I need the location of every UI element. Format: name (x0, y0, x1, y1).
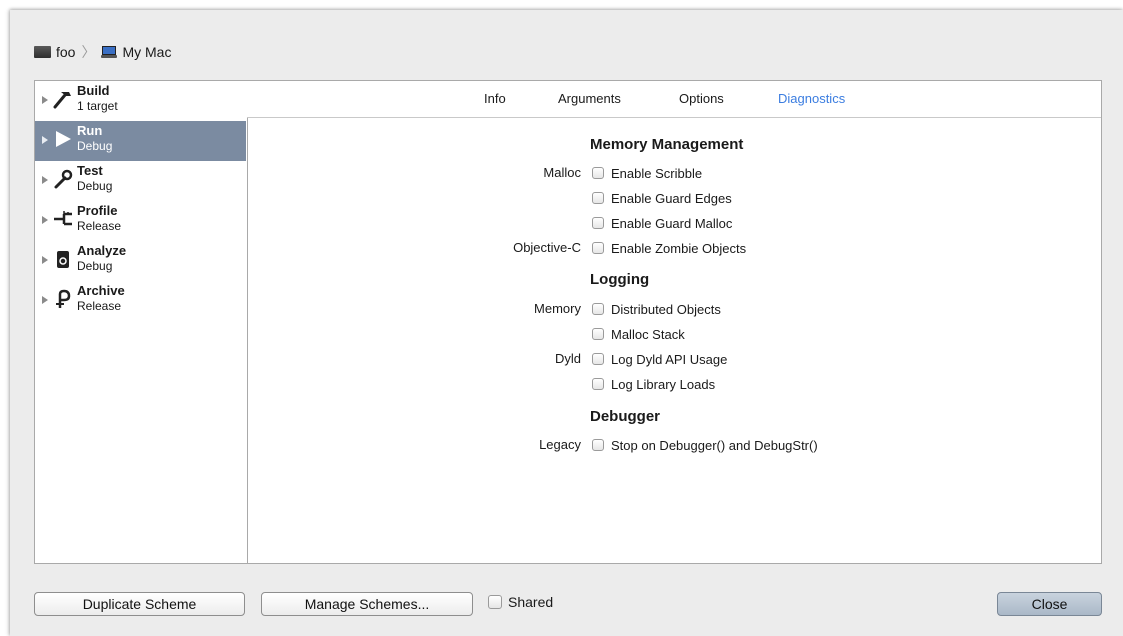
shared-checkbox[interactable] (488, 595, 502, 609)
disclosure-triangle-icon[interactable] (42, 256, 48, 264)
breadcrumb-project[interactable]: foo (56, 44, 75, 60)
sidebar-item-analyze[interactable]: Analyze Debug (35, 241, 246, 281)
archive-icon (51, 288, 75, 312)
malloc-stack-checkbox[interactable] (592, 328, 604, 340)
tab-arguments[interactable]: Arguments (558, 91, 621, 106)
action-name: Profile (77, 203, 118, 218)
option-label: Log Dyld API Usage (611, 351, 728, 367)
scheme-panel: Build 1 target Run Debug Test Debug Profile… (34, 80, 1102, 564)
action-name: Test (77, 163, 103, 178)
stop-on-debugger-checkbox[interactable] (592, 439, 604, 451)
enable-guard-malloc-option[interactable]: Enable Guard Malloc (592, 214, 732, 232)
logging-heading: Logging (590, 271, 650, 288)
chevron-right-icon: 〉 (81, 44, 96, 60)
hammer-icon (51, 88, 75, 112)
memory-management-heading: Memory Management (590, 136, 744, 153)
breadcrumb: foo 〉 My Mac (34, 42, 171, 62)
sidebar-item-profile[interactable]: Profile Release (35, 201, 246, 241)
analyze-icon (51, 248, 75, 272)
disclosure-triangle-icon[interactable] (42, 296, 48, 304)
log-library-loads-option[interactable]: Log Library Loads (592, 375, 715, 393)
sidebar-item-archive[interactable]: Archive Release (35, 281, 246, 321)
shared-label: Shared (508, 594, 554, 610)
sidebar-item-run[interactable]: Run Debug (35, 121, 246, 161)
debugger-heading: Debugger (590, 408, 661, 425)
duplicate-scheme-button[interactable]: Duplicate Scheme (34, 592, 245, 616)
memory-label: Memory (534, 301, 581, 316)
log-dyld-api-usage-option[interactable]: Log Dyld API Usage (592, 350, 727, 368)
sidebar-item-test[interactable]: Test Debug (35, 161, 246, 201)
enable-guard-edges-option[interactable]: Enable Guard Edges (592, 189, 732, 207)
log-dyld-api-usage-checkbox[interactable] (592, 353, 604, 365)
enable-guard-edges-checkbox[interactable] (592, 192, 604, 204)
action-subtitle: Release (77, 299, 122, 313)
option-label: Distributed Objects (611, 301, 721, 317)
objective-c-label: Objective-C (513, 240, 581, 255)
disclosure-triangle-icon[interactable] (42, 96, 48, 104)
enable-zombie-objects-checkbox[interactable] (592, 242, 604, 254)
wrench-icon (51, 168, 75, 192)
option-label: Malloc Stack (611, 326, 685, 342)
action-subtitle: Debug (77, 259, 113, 273)
option-label: Enable Guard Edges (611, 190, 732, 206)
enable-zombie-objects-option[interactable]: Enable Zombie Objects (592, 239, 746, 257)
enable-scribble-checkbox[interactable] (592, 167, 604, 179)
action-name: Archive (77, 283, 125, 298)
disclosure-triangle-icon[interactable] (42, 216, 48, 224)
enable-guard-malloc-checkbox[interactable] (592, 217, 604, 229)
mac-icon (101, 46, 118, 58)
sidebar-item-build[interactable]: Build 1 target (35, 81, 246, 121)
shared-option[interactable]: Shared (488, 594, 553, 610)
disclosure-triangle-icon[interactable] (42, 176, 48, 184)
malloc-stack-option[interactable]: Malloc Stack (592, 325, 685, 343)
log-library-loads-checkbox[interactable] (592, 378, 604, 390)
stop-on-debugger-option[interactable]: Stop on Debugger() and DebugStr() (592, 436, 818, 454)
disclosure-triangle-icon[interactable] (42, 136, 48, 144)
tab-info[interactable]: Info (484, 91, 506, 106)
diagnostics-pane: Memory Management Malloc Enable Scribble… (247, 118, 1101, 563)
tuning-fork-icon (51, 208, 75, 232)
action-name: Build (77, 83, 110, 98)
option-label: Enable Guard Malloc (611, 215, 733, 231)
option-label: Enable Scribble (611, 165, 703, 181)
project-icon (34, 46, 51, 58)
dyld-label: Dyld (554, 351, 581, 366)
action-subtitle: Debug (77, 139, 113, 153)
action-subtitle: 1 target (77, 99, 118, 113)
option-label: Log Library Loads (611, 376, 716, 392)
legacy-label: Legacy (539, 437, 581, 452)
tab-diagnostics[interactable]: Diagnostics (778, 91, 845, 106)
play-icon (51, 128, 75, 152)
option-label: Stop on Debugger() and DebugStr() (611, 437, 818, 453)
distributed-objects-checkbox[interactable] (592, 303, 604, 315)
option-label: Enable Zombie Objects (611, 240, 747, 256)
scheme-actions-sidebar: Build 1 target Run Debug Test Debug Profile… (35, 81, 248, 563)
breadcrumb-destination[interactable]: My Mac (122, 44, 171, 60)
action-name: Analyze (77, 243, 127, 258)
enable-scribble-option[interactable]: Enable Scribble (592, 164, 702, 182)
malloc-label: Malloc (543, 165, 581, 180)
action-name: Run (77, 123, 103, 138)
action-subtitle: Debug (77, 179, 113, 193)
distributed-objects-option[interactable]: Distributed Objects (592, 300, 721, 318)
close-button[interactable]: Close (997, 592, 1102, 616)
action-subtitle: Release (77, 219, 122, 233)
manage-schemes-button[interactable]: Manage Schemes... (261, 592, 473, 616)
tab-options[interactable]: Options (679, 91, 724, 106)
tab-bar: Info Arguments Options Diagnostics (247, 81, 1101, 118)
